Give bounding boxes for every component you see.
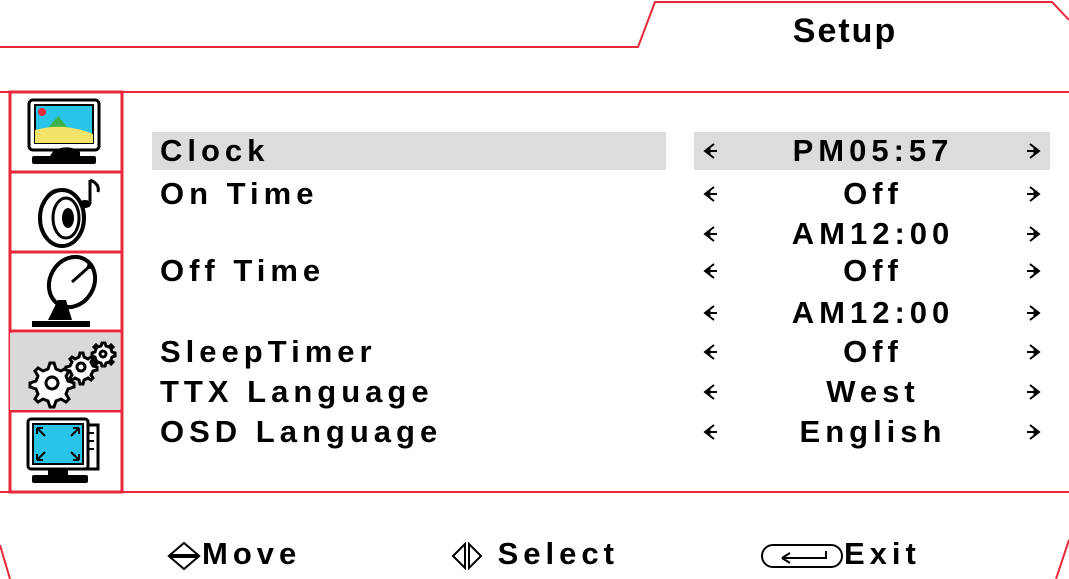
menu-row-value: PM05:57 (792, 133, 954, 168)
menu-row-label: OSD Language (160, 414, 443, 449)
left-arrow-icon[interactable] (700, 175, 722, 213)
menu-row[interactable]: OSD Language English (152, 413, 1050, 451)
right-arrow-icon[interactable] (1022, 215, 1044, 253)
right-arrow-icon[interactable] (1022, 333, 1044, 371)
gears-icon (28, 341, 117, 409)
right-arrow-icon[interactable] (1022, 252, 1044, 290)
left-arrow-icon[interactable] (700, 413, 722, 451)
right-arrow-icon[interactable] (1022, 373, 1044, 411)
monitor-resize-icon (26, 417, 100, 483)
sidebar-item-setup[interactable] (10, 333, 120, 410)
menu-row-label: Off Time (160, 253, 326, 288)
left-arrow-icon[interactable] (700, 132, 722, 170)
monitor-picture-icon (27, 98, 101, 164)
page-title: Setup (792, 12, 898, 50)
exit-label: Exit (844, 536, 921, 571)
sidebar-item-screen[interactable] (10, 413, 120, 490)
select-hint: Select (450, 532, 619, 576)
menu-row-value: West (826, 374, 920, 409)
right-arrow-icon[interactable] (1022, 413, 1044, 451)
menu-row-value: Off (843, 334, 903, 369)
menu-row-value: Off (843, 176, 903, 211)
menu-row[interactable]: Clock PM05:57 (152, 132, 1050, 170)
move-hint: Move (166, 532, 301, 576)
select-label: Select (497, 536, 619, 571)
left-right-arrow-icon (451, 541, 483, 571)
right-arrow-icon[interactable] (1022, 294, 1044, 332)
right-arrow-icon[interactable] (1022, 175, 1044, 213)
left-arrow-icon[interactable] (700, 294, 722, 332)
menu-row-value: Off (843, 253, 903, 288)
menu-row-value: English (799, 414, 947, 449)
row-highlight (152, 215, 666, 253)
satellite-dish-icon (32, 254, 98, 327)
left-arrow-icon[interactable] (700, 252, 722, 290)
move-label: Move (202, 536, 302, 571)
menu-row[interactable]: AM12:00 (152, 294, 1050, 332)
row-highlight (152, 294, 666, 332)
menu-row[interactable]: On Time Off (152, 175, 1050, 213)
menu-row[interactable]: Off Time Off (152, 252, 1050, 290)
sidebar-item-sound[interactable] (10, 174, 120, 251)
menu-row[interactable]: AM12:00 (152, 215, 1050, 253)
menu-row-label: Clock (160, 133, 270, 168)
speaker-music-icon (38, 178, 100, 248)
left-arrow-icon[interactable] (700, 333, 722, 371)
right-arrow-icon[interactable] (1022, 132, 1044, 170)
up-down-arrow-icon (167, 541, 201, 571)
left-arrow-icon[interactable] (700, 373, 722, 411)
sidebar-item-tv[interactable] (10, 254, 120, 330)
menu-row-value: AM12:00 (791, 295, 955, 330)
menu-row-value: AM12:00 (791, 216, 955, 251)
left-arrow-icon[interactable] (700, 215, 722, 253)
enter-key-icon (761, 543, 843, 568)
menu-row[interactable]: TTX Language West (152, 373, 1050, 411)
sidebar-item-picture[interactable] (10, 94, 120, 171)
menu-row[interactable]: SleepTimer Off (152, 333, 1050, 371)
exit-hint: Exit (760, 532, 921, 576)
menu-row-label: SleepTimer (160, 334, 377, 369)
menu-row-label: On Time (160, 176, 319, 211)
menu-row-label: TTX Language (160, 374, 434, 409)
